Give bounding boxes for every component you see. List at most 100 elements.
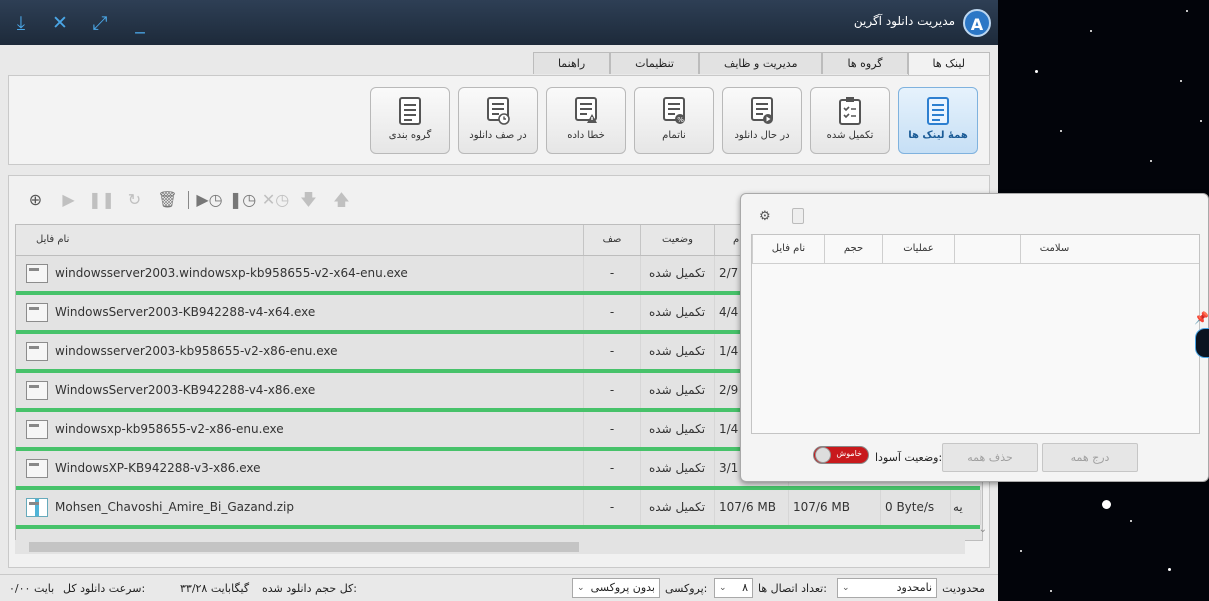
file-name: WindowsServer2003-KB942288-v4-x64.exe	[55, 305, 316, 319]
file-name: windowsserver2003-kb958655-v2-x86-enu.ex…	[55, 344, 338, 358]
move-up-icon[interactable]: 🡅	[325, 190, 358, 210]
schedule-stop-icon[interactable]: ❚◷	[226, 190, 259, 210]
status-cell: تکمیل شده	[641, 490, 715, 525]
play-icon[interactable]: ▶	[52, 190, 85, 210]
list-warning-icon	[575, 97, 597, 123]
side-panel-tab[interactable]	[1195, 328, 1209, 358]
queue-cell: -	[584, 373, 641, 408]
download-icon[interactable]: ⤓	[10, 12, 32, 34]
status-bar: محدودیت ⌄ نامحدود تعداد اتصال ها: ⌄ ۸ پروک…	[0, 574, 998, 601]
pause-icon[interactable]: ❚❚	[85, 190, 118, 210]
file-name: windowsxp-kb958655-v2-x86-enu.exe	[55, 422, 284, 436]
zip-file-icon	[26, 498, 48, 517]
tab-links[interactable]: لینک ها	[907, 52, 990, 76]
list-percent-icon: %	[663, 97, 685, 124]
proxy-label: پروکسی:	[665, 582, 708, 595]
progress-bar	[16, 525, 980, 529]
filter-downloading-button[interactable]: در حال دانلود	[722, 87, 802, 154]
exe-file-icon	[26, 459, 48, 478]
exe-file-icon	[26, 303, 48, 322]
filter-queued-button[interactable]: در صف دانلود	[458, 87, 538, 154]
scroll-down-icon[interactable]: ⌄	[979, 524, 987, 535]
queue-header-health[interactable]: سلامت	[1020, 235, 1088, 263]
settings-gear-icon[interactable]: ⚙	[759, 209, 771, 224]
file-name: WindowsXP-KB942288-v3-x86.exe	[55, 461, 261, 475]
filter-error-label: خطا داده	[567, 130, 605, 141]
relax-mode-toggle[interactable]: خاموش	[813, 446, 869, 464]
chevron-down-icon: ⌄	[842, 583, 850, 593]
file-name: windowsserver2003.windowsxp-kb958655-v2-…	[55, 266, 408, 280]
minimize-icon[interactable]: _	[129, 12, 151, 34]
queue-cell: -	[584, 412, 641, 447]
table-row[interactable]: Mohsen_Chavoshi_Amire_Bi_Gazand.zip - تک…	[16, 490, 982, 529]
filter-all-links-label: همهٔ لینک ها	[908, 130, 968, 141]
exe-file-icon	[26, 342, 48, 361]
connections-select[interactable]: ⌄ ۸	[714, 578, 753, 598]
filter-all-links-button[interactable]: همهٔ لینک ها	[898, 87, 978, 154]
queue-window: ⚙ سلامت عملیات حجم نام فایل درج همه حذف …	[740, 193, 1209, 482]
filter-grouping-button[interactable]: گروه بندی	[370, 87, 450, 154]
horizontal-scrollbar[interactable]	[15, 540, 965, 554]
list-icon[interactable]	[792, 208, 804, 224]
tab-help[interactable]: راهنما	[532, 52, 611, 74]
speed-cell: 0 Byte/s	[881, 490, 951, 525]
pin-icon[interactable]: 📌	[1194, 311, 1209, 325]
move-down-icon[interactable]: 🡇	[292, 190, 325, 210]
list-group-icon	[399, 97, 421, 125]
status-cell: تکمیل شده	[641, 412, 715, 447]
close-icon[interactable]: ✕	[49, 12, 71, 34]
filter-grouping-label: گروه بندی	[388, 130, 432, 141]
tab-settings[interactable]: تنظیمات	[610, 52, 699, 74]
limit-label: محدودیت	[942, 582, 985, 595]
filter-completed-button[interactable]: تکمیل شده	[810, 87, 890, 154]
delete-icon[interactable]: 🗑	[151, 190, 184, 210]
header-queue[interactable]: صف	[584, 225, 641, 255]
limit-value: نامحدود	[896, 581, 932, 594]
fullscreen-icon[interactable]: ⤢	[89, 12, 111, 34]
chevron-down-icon: ⌄	[577, 583, 585, 593]
file-name: Mohsen_Chavoshi_Amire_Bi_Gazand.zip	[55, 500, 294, 514]
proxy-value: بدون پروکسی	[590, 581, 655, 594]
toggle-label: خاموش	[836, 449, 862, 458]
queue-header-ops[interactable]: عملیات	[882, 235, 954, 263]
queue-cell: -	[584, 295, 641, 330]
header-status[interactable]: وضعیت	[641, 225, 715, 255]
tab-task-manager[interactable]: مدیریت و ظایف	[698, 52, 823, 74]
exe-file-icon	[26, 264, 48, 283]
size-cell: 107/6 MB	[789, 490, 881, 525]
limit-select[interactable]: ⌄ نامحدود	[837, 578, 937, 598]
status-cell: تکمیل شده	[641, 256, 715, 291]
proxy-select[interactable]: ⌄ بدون پروکسی	[572, 578, 660, 598]
ribbon-panel: همهٔ لینک ها تکمیل شده در حال دانلود % ن…	[8, 75, 990, 165]
schedule-cancel-icon[interactable]: ✕◷	[259, 190, 292, 210]
queue-header-empty	[954, 235, 1020, 263]
filter-completed-label: تکمیل شده	[826, 130, 874, 141]
remove-all-button[interactable]: حذف همه	[942, 443, 1038, 472]
date-cell: 107/6 MB	[715, 490, 789, 525]
toggle-knob	[815, 447, 831, 463]
status-cell: تکمیل شده	[641, 334, 715, 369]
queue-header-size[interactable]: حجم	[824, 235, 882, 263]
add-icon[interactable]: ⊕	[19, 190, 52, 210]
schedule-start-icon[interactable]: ▶◷	[193, 190, 226, 210]
status-cell: تکمیل شده	[641, 373, 715, 408]
window-title: مدیریت دانلود آگرین	[853, 14, 955, 28]
tab-groups[interactable]: گروه ها	[822, 52, 908, 74]
header-filename[interactable]: نام فایل	[16, 225, 584, 255]
total-downloaded-label: کل حجم دانلود شده:	[262, 582, 357, 595]
extra-cell: یه	[951, 490, 981, 525]
queue-cell: -	[584, 490, 641, 525]
filter-error-button[interactable]: خطا داده	[546, 87, 626, 154]
queue-cell: -	[584, 451, 641, 486]
refresh-icon[interactable]: ↻	[118, 190, 151, 210]
queue-table: سلامت عملیات حجم نام فایل	[751, 234, 1200, 434]
scrollbar-thumb[interactable]	[29, 542, 579, 552]
chevron-down-icon: ⌄	[719, 583, 727, 593]
filter-incomplete-button[interactable]: % ناتمام	[634, 87, 714, 154]
total-downloaded-value: ۳۳/۲۸ گیگابایت	[180, 582, 250, 595]
connections-value: ۸	[742, 581, 748, 594]
queue-cell: -	[584, 334, 641, 369]
add-all-button[interactable]: درج همه	[1042, 443, 1138, 472]
queue-header-filename[interactable]: نام فایل	[752, 235, 824, 263]
toolbar-separator	[188, 191, 189, 209]
